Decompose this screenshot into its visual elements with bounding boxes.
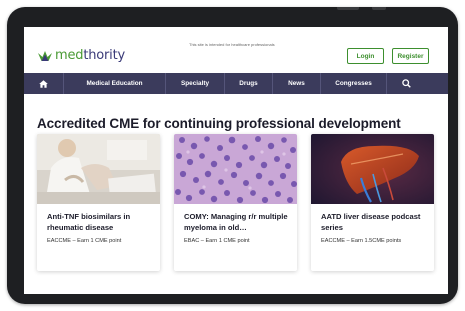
hcp-notice: This site is intended for healthcare pro… xyxy=(189,42,275,47)
site-header: medthority This site is intended for hea… xyxy=(24,27,448,73)
card-title: COMY: Managing r/r multiple myeloma in o… xyxy=(184,212,288,232)
tablet-volume-button xyxy=(372,7,386,10)
card-cme-points: EACCME – Earn 1.5CME points xyxy=(321,238,402,244)
nav-congresses[interactable]: Congresses xyxy=(321,73,387,94)
tablet-power-button xyxy=(337,7,359,10)
nav-drugs[interactable]: Drugs xyxy=(225,73,273,94)
nav-news[interactable]: News xyxy=(273,73,321,94)
nav-medical-education[interactable]: Medical Education xyxy=(64,73,166,94)
card-title: AATD liver disease podcast series xyxy=(321,212,421,232)
home-icon xyxy=(39,79,48,88)
site-logo[interactable]: medthority xyxy=(37,49,125,62)
main-nav: Medical Education Specialty Drugs News C… xyxy=(24,73,448,94)
card-title: Anti-TNF biosimilars in rheumatic diseas… xyxy=(47,212,131,232)
logo-wordmark: medthority xyxy=(55,49,125,62)
nav-home[interactable] xyxy=(24,73,64,94)
nav-specialty[interactable]: Specialty xyxy=(166,73,225,94)
card-cme-points: EBAC – Earn 1 CME point xyxy=(184,238,250,244)
nav-search[interactable] xyxy=(387,73,425,94)
search-icon xyxy=(401,79,411,88)
page-title: Accredited CME for continuing profession… xyxy=(37,116,401,131)
cme-card[interactable]: AATD liver disease podcast series EACCME… xyxy=(311,134,434,271)
card-image-liver xyxy=(311,134,434,204)
logo-med-text: med xyxy=(55,48,84,63)
card-cme-points: EACCME – Earn 1 CME point xyxy=(47,238,122,244)
logo-crown-icon xyxy=(38,50,52,61)
cme-card[interactable]: COMY: Managing r/r multiple myeloma in o… xyxy=(174,134,297,271)
page-bottom xyxy=(24,285,448,294)
login-button[interactable]: Login xyxy=(347,48,384,64)
logo-rest-text: thority xyxy=(83,48,125,63)
cme-card[interactable]: Anti-TNF biosimilars in rheumatic diseas… xyxy=(37,134,160,271)
register-button[interactable]: Register xyxy=(392,48,429,64)
tablet-screen: medthority This site is intended for hea… xyxy=(24,27,448,294)
card-image-myeloma-cells xyxy=(174,134,297,204)
card-image-clinical-consultation xyxy=(37,134,160,204)
